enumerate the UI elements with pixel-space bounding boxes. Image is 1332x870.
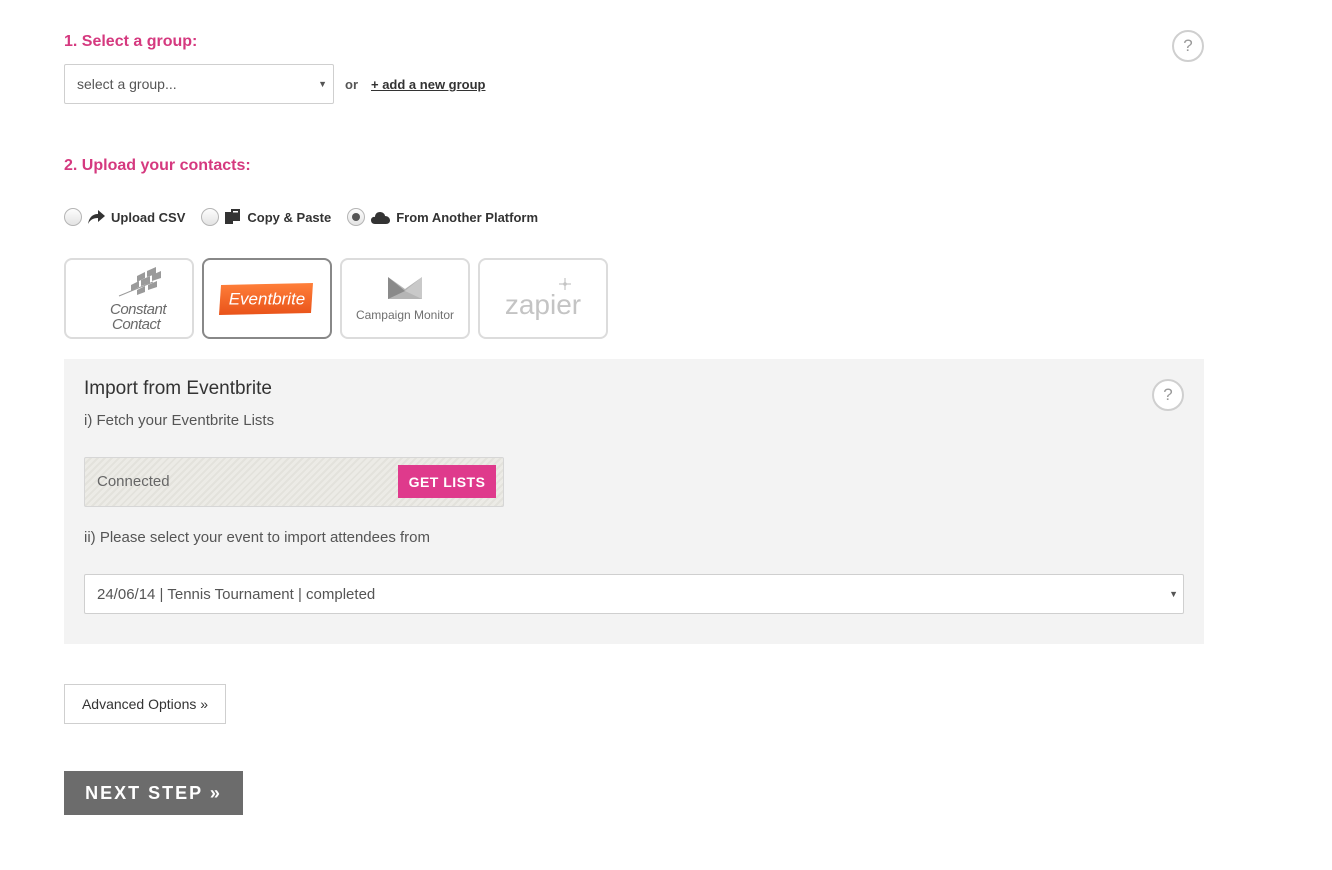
cloud-icon [371,211,391,224]
step2-title: 2. Upload your contacts: [64,157,251,174]
next-step-button[interactable]: NEXT STEP » [64,771,243,815]
connected-text: Connected [97,473,170,490]
chevron-down-icon: ▼ [318,79,327,89]
chevron-down-icon: ▼ [1169,589,1178,599]
help-icon[interactable]: ? [1172,30,1204,62]
option-label: Upload CSV [111,209,186,225]
option-label: From Another Platform [396,209,539,225]
fetch-lists-label: i) Fetch your Eventbrite Lists [84,412,275,429]
option-upload-csv[interactable]: Upload CSV [64,208,185,226]
campaign-monitor-logo: Campaign Monitor [356,276,454,322]
platform-eventbrite[interactable]: Eventbrite [202,258,332,339]
step1-title: 1. Select a group: [64,33,198,50]
group-select-value: select a group... [77,76,177,92]
platform-campaign-monitor[interactable]: Campaign Monitor [340,258,470,339]
platform-constant-contact[interactable]: Constant Contact [64,258,194,339]
option-from-another-platform[interactable]: From Another Platform [347,208,538,226]
option-copy-paste[interactable]: Copy & Paste [201,208,331,226]
share-arrow-icon [88,210,105,224]
import-panel-title: Import from Eventbrite [84,378,272,399]
help-icon-glyph: ? [1183,36,1193,55]
connection-status-field: Connected GET LISTS [84,457,504,507]
eventbrite-logo-text: Eventbrite [229,289,306,308]
radio-copy-paste[interactable] [201,208,220,226]
platform-zapier[interactable]: zapier [478,258,608,339]
select-event-label: ii) Please select your event to import a… [84,529,430,546]
upload-method-options: Upload CSV Copy & Paste From Another Pla… [64,207,554,227]
zapier-logo: zapier [505,277,581,320]
event-select[interactable]: 24/06/14 | Tennis Tournament | completed… [84,574,1184,614]
option-label: Copy & Paste [247,209,332,225]
radio-upload-csv[interactable] [64,208,82,226]
advanced-options-button[interactable]: Advanced Options » [64,684,226,724]
constant-contact-line2: Contact [112,316,162,332]
copy-paste-icon [225,208,241,226]
campaign-monitor-logo-text: Campaign Monitor [356,308,454,322]
help-icon-glyph: ? [1163,385,1173,404]
radio-from-another-platform[interactable] [347,208,366,226]
import-help-icon[interactable]: ? [1152,379,1184,411]
add-new-group-link[interactable]: + add a new group [371,77,486,92]
constant-contact-logo: Constant Contact [110,266,168,332]
eventbrite-logo: Eventbrite [219,282,313,315]
event-select-value: 24/06/14 | Tennis Tournament | completed [97,585,376,603]
or-label: or [345,77,358,92]
get-lists-button[interactable]: GET LISTS [398,465,496,498]
group-select[interactable]: select a group... ▼ [64,64,334,104]
zapier-logo-text: zapier [505,289,581,320]
